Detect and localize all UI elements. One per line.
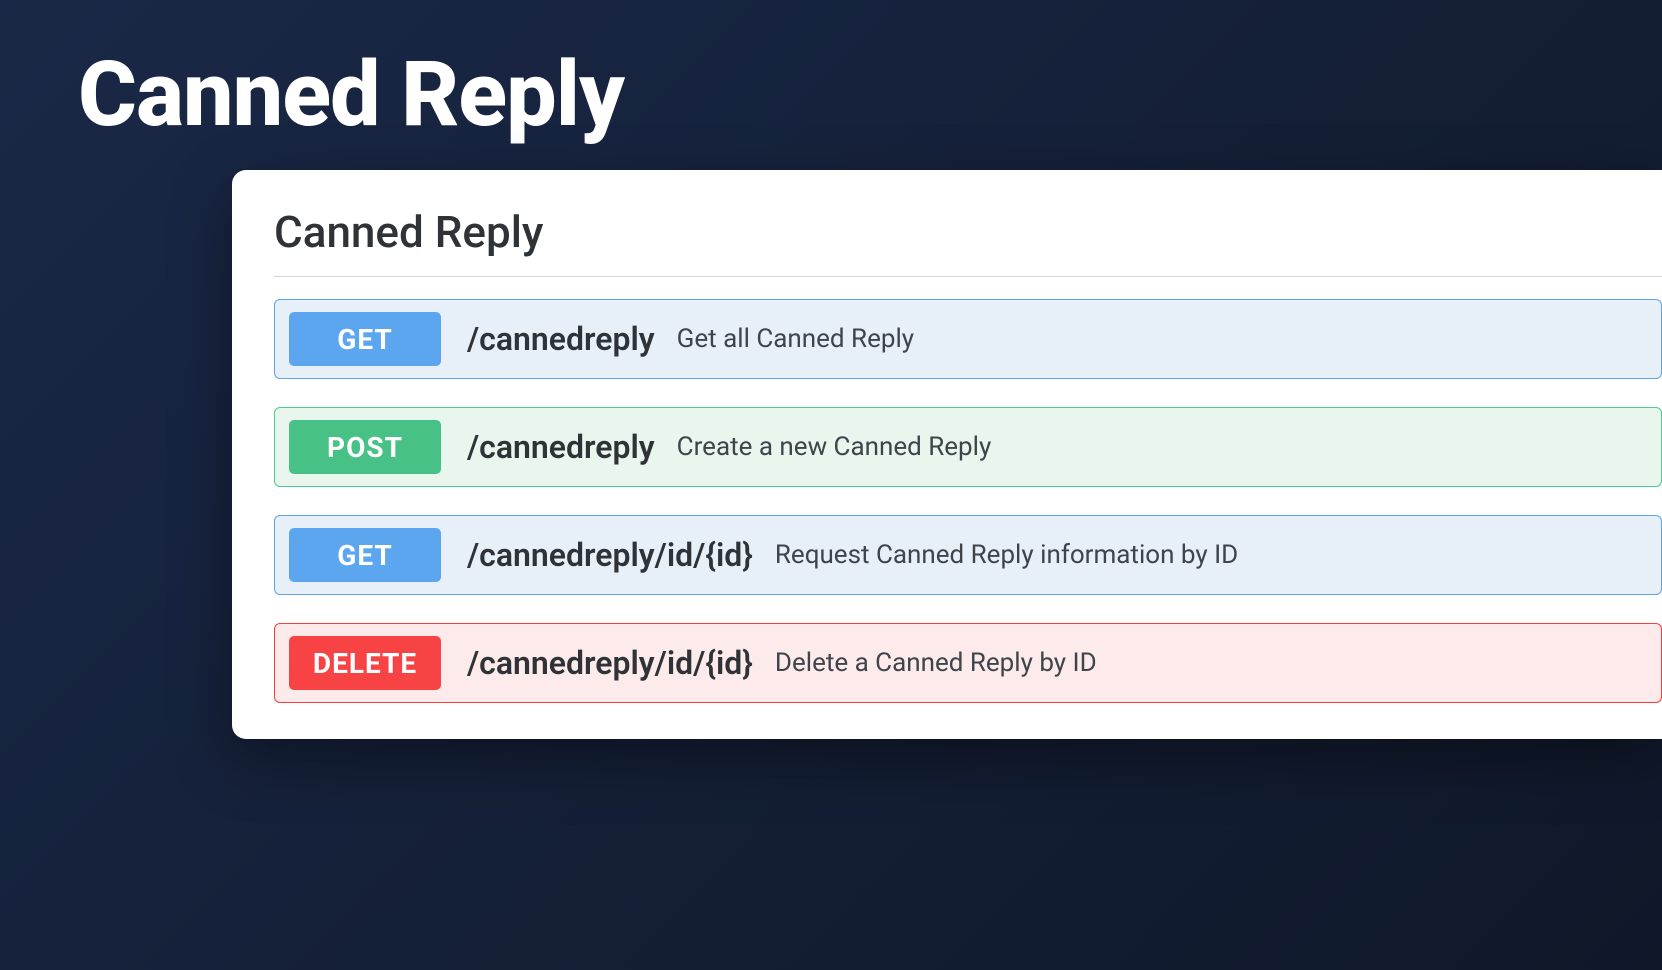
endpoint-path: /cannedreply: [467, 428, 655, 466]
endpoint-row-get-all[interactable]: GET /cannedreply Get all Canned Reply: [274, 299, 1662, 379]
method-badge: POST: [289, 420, 441, 474]
endpoint-path: /cannedreply/id/{id}: [467, 644, 753, 682]
endpoint-description: Get all Canned Reply: [677, 324, 914, 354]
endpoint-row-get-by-id[interactable]: GET /cannedreply/id/{id} Request Canned …: [274, 515, 1662, 595]
section-title: Canned Reply: [274, 206, 1662, 258]
endpoint-path: /cannedreply: [467, 320, 655, 358]
method-badge: GET: [289, 312, 441, 366]
method-badge: DELETE: [289, 636, 441, 690]
method-badge: GET: [289, 528, 441, 582]
endpoint-description: Create a new Canned Reply: [677, 432, 992, 462]
endpoint-row-create[interactable]: POST /cannedreply Create a new Canned Re…: [274, 407, 1662, 487]
endpoint-description: Delete a Canned Reply by ID: [775, 648, 1097, 678]
endpoint-row-delete[interactable]: DELETE /cannedreply/id/{id} Delete a Can…: [274, 623, 1662, 703]
api-panel: Canned Reply GET /cannedreply Get all Ca…: [232, 170, 1662, 739]
divider: [274, 276, 1662, 277]
endpoint-description: Request Canned Reply information by ID: [775, 540, 1238, 570]
page-title: Canned Reply: [78, 42, 624, 147]
endpoint-path: /cannedreply/id/{id}: [467, 536, 753, 574]
endpoint-list: GET /cannedreply Get all Canned Reply PO…: [274, 299, 1662, 703]
